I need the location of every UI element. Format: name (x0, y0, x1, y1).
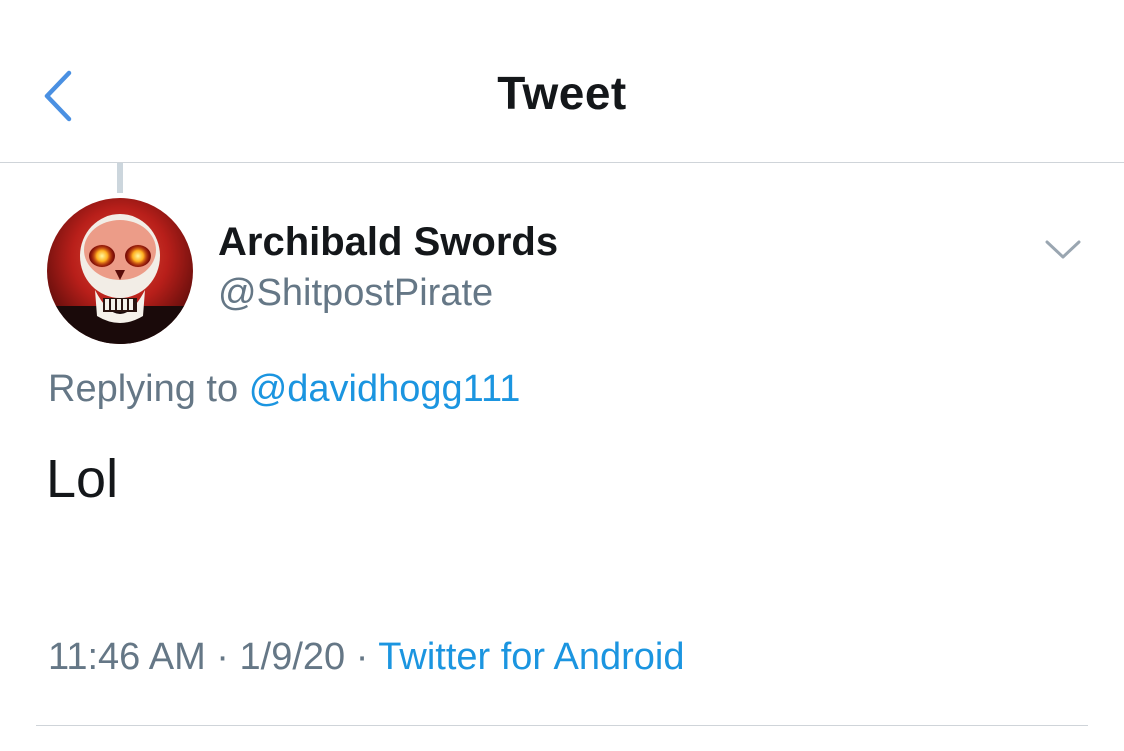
meta-separator: · (355, 636, 369, 678)
divider (36, 725, 1088, 726)
tweet-time: 11:46 AM (48, 636, 206, 678)
tweet-options-button[interactable] (1040, 230, 1086, 270)
replying-to-mention-link[interactable]: @davidhogg111 (249, 368, 521, 410)
meta-separator: · (216, 636, 229, 678)
tweet-date: 1/9/20 (239, 636, 346, 678)
skull-avatar-image (47, 198, 193, 344)
avatar[interactable] (47, 198, 193, 344)
replying-to-label: Replying to (48, 368, 239, 410)
tweet-source-link[interactable]: Twitter for Android (378, 636, 684, 678)
author-handle[interactable]: @ShitpostPirate (218, 272, 493, 315)
tweet-metadata: 11:46 AM · 1/9/20 · Twitter for Android (48, 636, 685, 679)
author-display-name[interactable]: Archibald Swords (218, 220, 558, 265)
tweet-text: Lol (46, 449, 119, 509)
chevron-down-icon (1045, 240, 1081, 259)
navigation-bar: Tweet (0, 0, 1124, 163)
replying-to-line: Replying to @davidhogg111 (48, 368, 520, 411)
thread-connector-line (117, 163, 123, 193)
page-title: Tweet (497, 67, 627, 119)
